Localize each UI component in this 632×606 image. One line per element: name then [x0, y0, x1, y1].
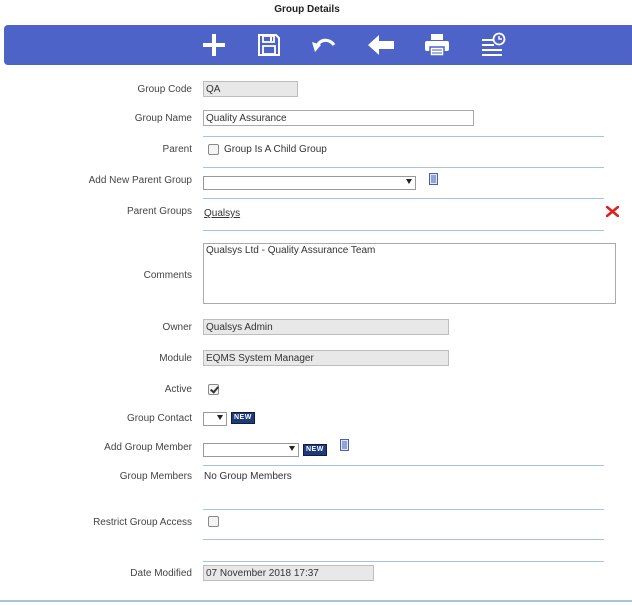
group-members-value: No Group Members	[204, 471, 292, 482]
child-group-checkbox-label: Group Is A Child Group	[224, 144, 327, 155]
owner-label: Owner	[162, 322, 192, 333]
chevron-down-icon	[406, 179, 412, 184]
new-contact-badge[interactable]: NEW	[231, 412, 255, 424]
child-group-checkbox[interactable]	[208, 144, 219, 155]
divider	[203, 167, 604, 168]
list-icon[interactable]	[429, 173, 438, 185]
group-code-label: Group Code	[137, 84, 192, 95]
bottom-divider	[0, 600, 632, 602]
divider	[203, 230, 604, 231]
chevron-down-icon	[217, 415, 223, 420]
list-icon[interactable]	[340, 439, 349, 451]
history-icon	[482, 32, 506, 56]
date-modified-label: Date Modified	[130, 568, 192, 579]
restrict-group-access-label: Restrict Group Access	[93, 517, 192, 528]
toolbar	[4, 25, 632, 65]
back-button[interactable]	[367, 32, 395, 58]
parent-group-link[interactable]: Qualsys	[204, 208, 240, 219]
add-new-parent-group-label: Add New Parent Group	[88, 175, 192, 186]
undo-icon	[312, 38, 336, 52]
restrict-group-access-checkbox[interactable]	[208, 516, 219, 527]
back-icon	[368, 35, 394, 55]
group-name-field[interactable]	[203, 110, 474, 126]
group-contact-select[interactable]	[203, 412, 227, 426]
owner-field[interactable]	[203, 319, 449, 335]
divider	[203, 539, 604, 540]
group-contact-label: Group Contact	[126, 413, 192, 424]
print-icon	[425, 34, 449, 57]
date-modified-field[interactable]	[203, 565, 374, 581]
parent-groups-label: Parent Groups	[126, 206, 192, 217]
add-icon	[203, 34, 225, 56]
group-code-field[interactable]	[203, 81, 298, 97]
parent-group-select[interactable]	[203, 176, 416, 190]
remove-icon[interactable]	[606, 206, 619, 217]
history-button[interactable]	[479, 32, 507, 58]
divider	[203, 136, 604, 137]
comments-field[interactable]: Qualsys Ltd - Quality Assurance Team	[203, 243, 616, 304]
parent-label: Parent	[162, 144, 192, 155]
group-members-label: Group Members	[119, 471, 192, 482]
divider	[203, 198, 604, 199]
new-member-badge[interactable]: NEW	[303, 444, 327, 456]
print-button[interactable]	[423, 32, 451, 58]
save-button[interactable]	[255, 32, 283, 58]
add-group-member-label: Add Group Member	[104, 442, 192, 453]
comments-label: Comments	[143, 270, 192, 281]
divider	[203, 561, 604, 562]
active-checkbox[interactable]	[208, 384, 219, 395]
module-field[interactable]	[203, 350, 449, 366]
undo-button[interactable]	[310, 32, 338, 58]
group-name-label: Group Name	[134, 113, 192, 124]
save-icon	[258, 34, 280, 56]
divider	[203, 465, 604, 466]
page-title: Group Details	[274, 4, 340, 15]
add-group-member-select[interactable]	[203, 443, 299, 457]
chevron-down-icon	[289, 446, 295, 451]
divider	[203, 509, 604, 510]
active-label: Active	[164, 384, 192, 395]
add-button[interactable]	[200, 32, 228, 58]
module-label: Module	[159, 353, 192, 364]
